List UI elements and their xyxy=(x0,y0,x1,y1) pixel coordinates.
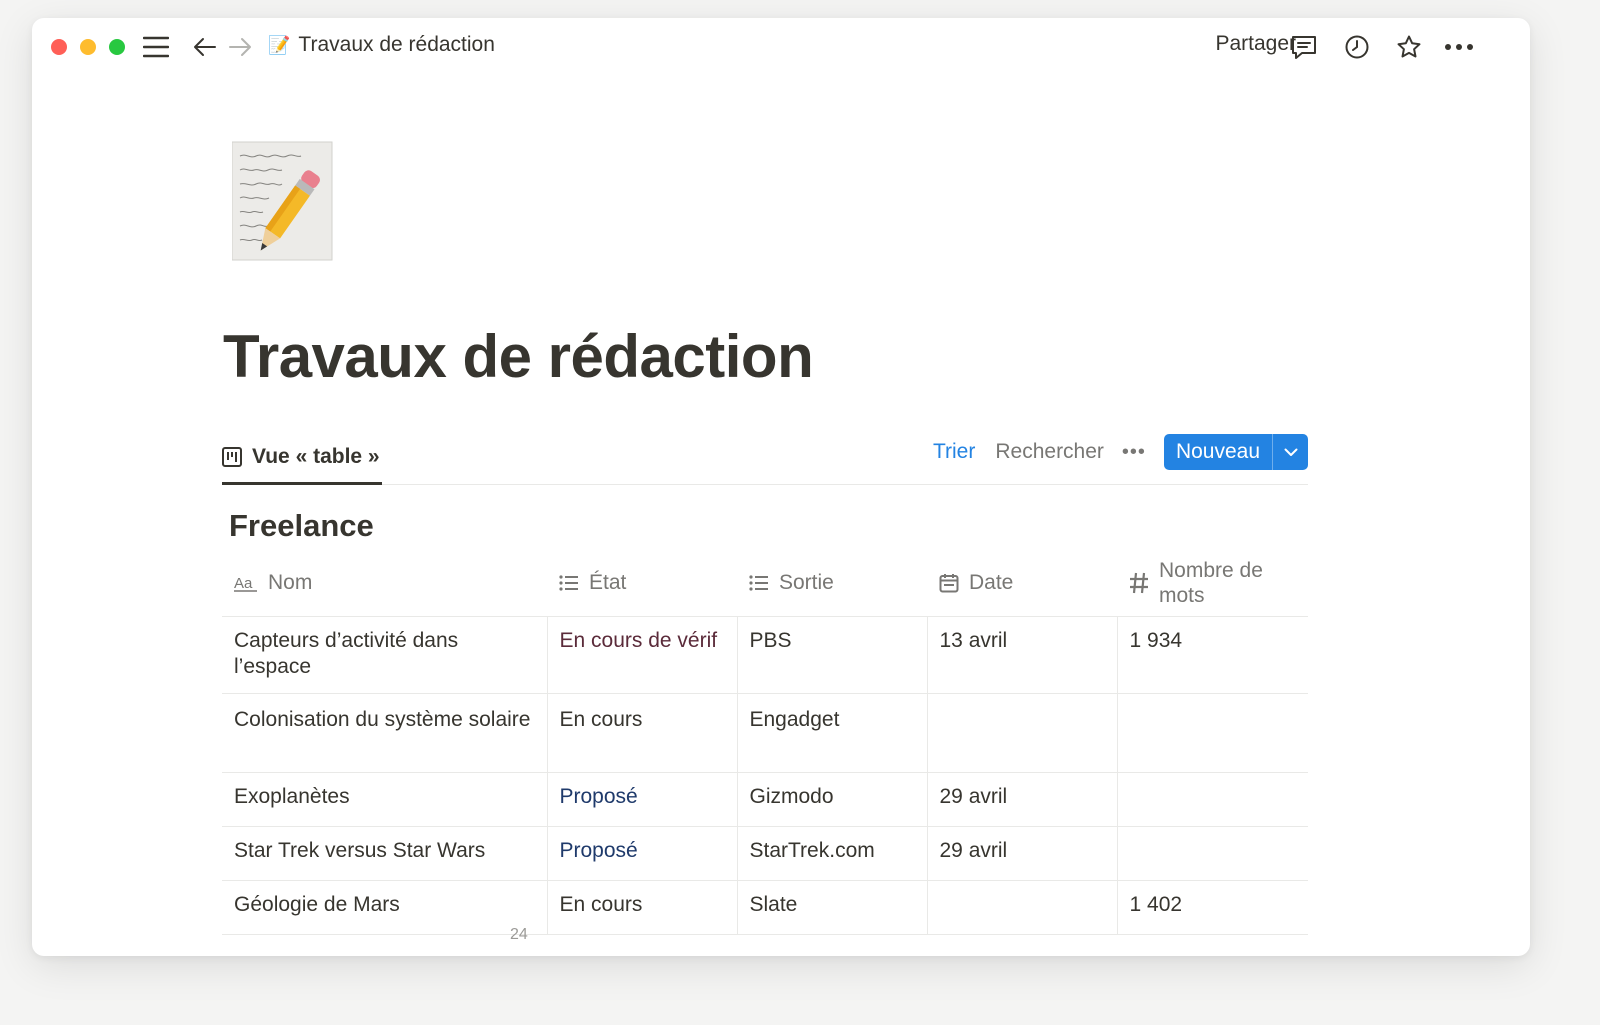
new-button-group: Nouveau xyxy=(1163,434,1308,470)
table-row[interactable]: Exoplanètes Proposé Gizmodo 29 avril xyxy=(222,772,1308,827)
cell-etat[interactable]: En cours de vérif xyxy=(546,616,737,694)
column-label: Nom xyxy=(268,571,313,594)
cell-date[interactable]: 29 avril xyxy=(926,772,1117,827)
breadcrumb-title: Travaux de rédaction xyxy=(298,33,495,56)
table-row[interactable]: Colonisation du système solaire En cours… xyxy=(222,693,1308,773)
column-header-nom[interactable]: Aa Nom xyxy=(222,550,547,617)
page-title: Travaux de rédaction xyxy=(223,323,814,390)
comment-icon[interactable] xyxy=(1289,32,1319,62)
view-tab-label: Vue « table » xyxy=(252,445,380,468)
board-view-icon xyxy=(222,447,242,467)
view-actions: Trier Rechercher ••• Nouveau xyxy=(933,434,1308,470)
database-table: Aa Nom État Sortie Date Nombre de mots C… xyxy=(222,550,1308,935)
more-options-icon[interactable] xyxy=(1442,32,1476,62)
table-header-row: Aa Nom État Sortie Date Nombre de mots xyxy=(222,550,1308,617)
column-label: État xyxy=(589,571,627,594)
cell-etat[interactable]: En cours xyxy=(546,880,737,935)
cell-etat[interactable]: Proposé xyxy=(546,772,737,827)
menu-icon[interactable] xyxy=(141,32,171,62)
column-label: Date xyxy=(969,571,1014,594)
cell-mots[interactable]: 1 402 xyxy=(1116,880,1308,935)
cell-nom[interactable]: Colonisation du système solaire xyxy=(222,693,547,773)
column-header-date[interactable]: Date xyxy=(927,550,1117,617)
app-window: 📝 Travaux de rédaction Partager Travaux … xyxy=(32,18,1530,956)
cell-nom[interactable]: Exoplanètes xyxy=(222,772,547,827)
calendar-icon xyxy=(939,573,959,593)
new-button[interactable]: Nouveau xyxy=(1164,434,1272,470)
new-dropdown-button[interactable] xyxy=(1272,434,1308,470)
tab-table-view[interactable]: Vue « table » xyxy=(222,432,382,485)
column-label: Nombre de mots xyxy=(1159,559,1263,607)
cell-sortie[interactable]: Gizmodo xyxy=(736,772,927,827)
page-icon[interactable] xyxy=(231,140,342,262)
column-header-sortie[interactable]: Sortie xyxy=(737,550,927,617)
back-arrow-icon[interactable] xyxy=(190,32,220,62)
list-icon xyxy=(559,574,579,592)
cell-date[interactable]: 13 avril xyxy=(926,616,1117,694)
minimize-window-button[interactable] xyxy=(80,39,96,55)
cell-etat[interactable]: En cours xyxy=(546,693,737,773)
memo-icon: 📝 xyxy=(268,34,291,55)
chevron-down-icon xyxy=(1284,448,1297,456)
text-property-icon: Aa xyxy=(234,573,258,593)
table-footer-count: 24 xyxy=(510,926,528,943)
cell-nom[interactable]: Capteurs d’activité dans l’espace xyxy=(222,616,547,694)
table-row[interactable]: Capteurs d’activité dans l’espace En cou… xyxy=(222,616,1308,694)
search-button[interactable]: Rechercher xyxy=(995,440,1104,464)
cell-mots[interactable] xyxy=(1116,693,1308,773)
table-row[interactable]: Star Trek versus Star Wars Proposé StarT… xyxy=(222,826,1308,881)
breadcrumb[interactable]: 📝 Travaux de rédaction xyxy=(268,33,495,57)
group-title: Freelance xyxy=(229,508,374,543)
zoom-window-button[interactable] xyxy=(109,39,125,55)
column-label: Sortie xyxy=(779,571,834,594)
cell-nom[interactable]: Star Trek versus Star Wars xyxy=(222,826,547,881)
share-button[interactable]: Partager xyxy=(1215,32,1296,56)
cell-etat[interactable]: Proposé xyxy=(546,826,737,881)
cell-nom[interactable]: Géologie de Mars xyxy=(222,880,547,935)
table-row[interactable]: Géologie de Mars En cours Slate 1 402 xyxy=(222,880,1308,935)
cell-sortie[interactable]: StarTrek.com xyxy=(736,826,927,881)
close-window-button[interactable] xyxy=(51,39,67,55)
forward-arrow-icon[interactable] xyxy=(225,32,255,62)
cell-date[interactable] xyxy=(926,880,1117,935)
cell-sortie[interactable]: Slate xyxy=(736,880,927,935)
svg-text:Aa: Aa xyxy=(234,575,253,592)
sort-button[interactable]: Trier xyxy=(933,440,975,464)
column-header-nombre-de-mots[interactable]: Nombre de mots xyxy=(1117,550,1308,617)
cell-date[interactable] xyxy=(926,693,1117,773)
view-more-button[interactable]: ••• xyxy=(1122,441,1146,464)
cell-date[interactable]: 29 avril xyxy=(926,826,1117,881)
number-icon xyxy=(1129,572,1149,594)
cell-mots[interactable] xyxy=(1116,826,1308,881)
cell-sortie[interactable]: PBS xyxy=(736,616,927,694)
history-clock-icon[interactable] xyxy=(1342,32,1372,62)
cell-mots[interactable] xyxy=(1116,772,1308,827)
view-bar: Vue « table » Trier Rechercher ••• Nouve… xyxy=(222,432,1308,485)
cell-mots[interactable]: 1 934 xyxy=(1116,616,1308,694)
star-icon[interactable] xyxy=(1394,32,1424,62)
top-bar: 📝 Travaux de rédaction Partager xyxy=(32,18,1530,78)
column-header-etat[interactable]: État xyxy=(547,550,737,617)
cell-sortie[interactable]: Engadget xyxy=(736,693,927,773)
list-icon xyxy=(749,574,769,592)
